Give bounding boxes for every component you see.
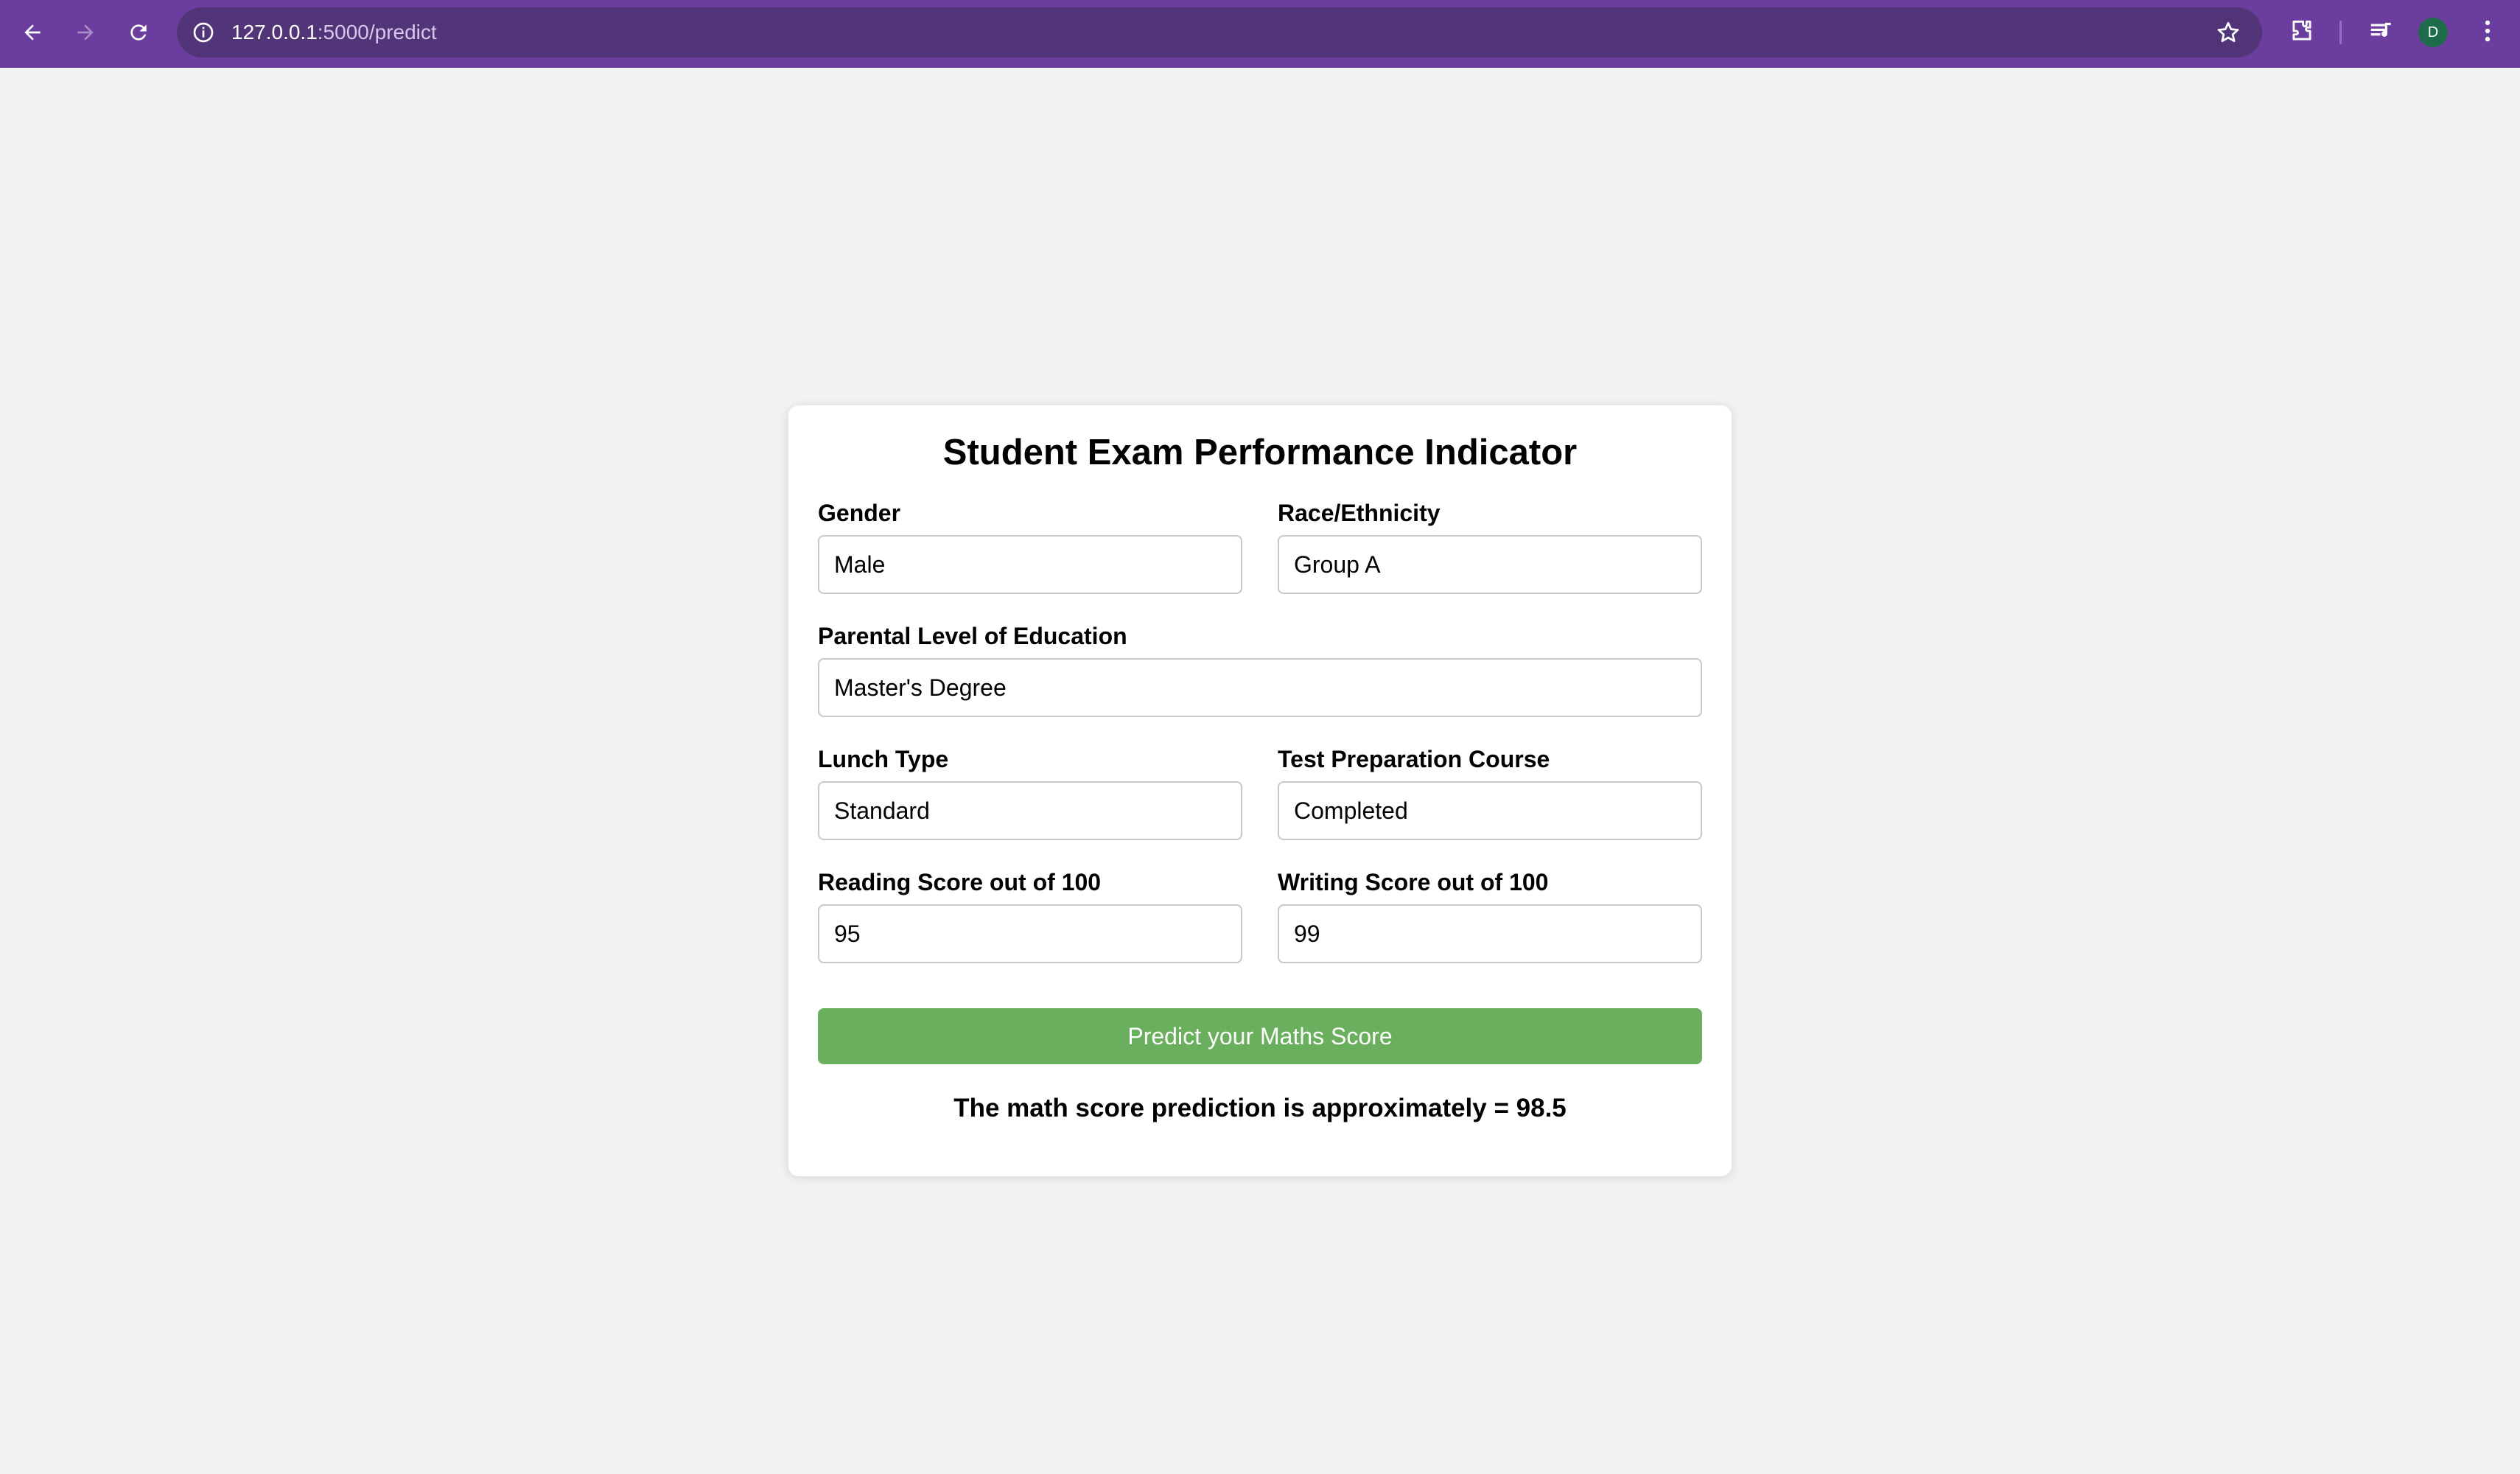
parental-education-select[interactable]: Master's Degree [818, 658, 1702, 717]
toolbar-divider [2339, 21, 2342, 44]
test-prep-label: Test Preparation Course [1278, 746, 1550, 772]
back-button[interactable] [12, 12, 53, 53]
media-queue-icon[interactable] [2364, 13, 2399, 49]
writing-score-input[interactable]: 99 [1278, 904, 1702, 963]
race-ethnicity-select[interactable]: Group A [1278, 535, 1702, 594]
forward-button[interactable] [65, 12, 106, 53]
arrow-left-icon [24, 24, 41, 41]
gender-label: Gender [818, 500, 901, 526]
parental-education-label: Parental Level of Education [818, 623, 1127, 649]
star-icon[interactable] [2213, 18, 2243, 47]
prediction-form-card: Student Exam Performance Indicator Gende… [788, 405, 1732, 1176]
url-host: 127.0.0.1 [231, 21, 318, 43]
profile-avatar[interactable]: D [2418, 18, 2448, 47]
reading-score-label: Reading Score out of 100 [818, 869, 1102, 895]
form-title: Student Exam Performance Indicator [942, 433, 1578, 472]
puzzle-icon[interactable] [2284, 13, 2320, 49]
url-path: :5000/predict [317, 21, 437, 43]
arrow-right-icon [77, 24, 94, 41]
lunch-type-select[interactable]: Standard [818, 781, 1242, 840]
prediction-result: The math score prediction is approximate… [953, 1094, 1567, 1122]
reading-score-input[interactable]: 95 [818, 904, 1242, 963]
url-text[interactable]: 127.0.0.1:5000/predict [231, 7, 437, 57]
info-icon[interactable] [190, 19, 217, 46]
browser-toolbar: 127.0.0.1:5000/predict D [0, 0, 2520, 68]
kebab-menu-icon[interactable] [2470, 13, 2505, 49]
reload-icon [130, 24, 147, 41]
reload-button[interactable] [118, 12, 159, 53]
gender-select[interactable]: Male [818, 535, 1242, 594]
test-prep-select[interactable]: Completed [1278, 781, 1702, 840]
race-ethnicity-label: Race/Ethnicity [1278, 500, 1441, 526]
address-bar[interactable]: 127.0.0.1:5000/predict [177, 7, 2262, 57]
predict-button[interactable]: Predict your Maths Score [818, 1008, 1702, 1064]
lunch-type-label: Lunch Type [818, 746, 949, 772]
writing-score-label: Writing Score out of 100 [1278, 869, 1549, 895]
